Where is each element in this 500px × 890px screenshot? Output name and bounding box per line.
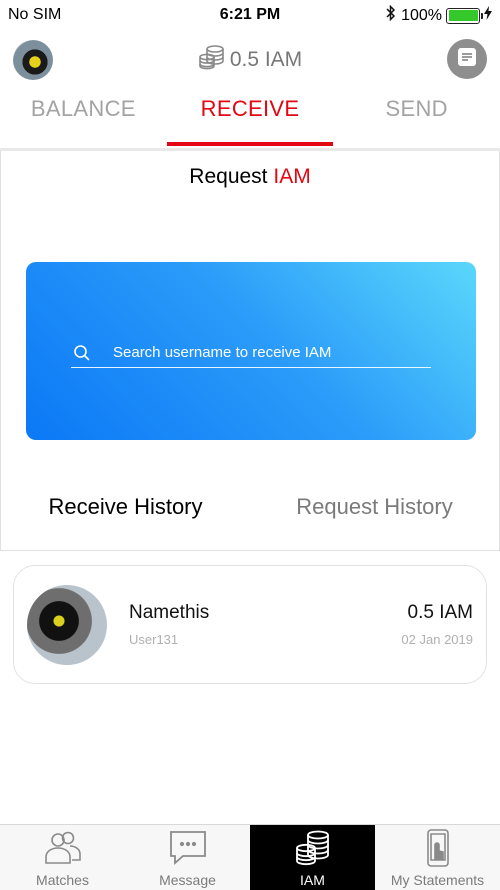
statement-button[interactable]: [447, 39, 487, 79]
battery-percent: 100%: [401, 6, 442, 24]
search-icon: [71, 342, 93, 364]
item-amount: 0.5 IAM: [407, 602, 473, 623]
item-date: 02 Jan 2019: [401, 632, 473, 647]
people-icon: [40, 828, 86, 868]
title-prefix: Request: [189, 165, 268, 188]
wallet-tabs: BALANCE RECEIVE SEND: [0, 84, 500, 150]
tab-request-history[interactable]: Request History: [250, 494, 499, 520]
receive-panel: Request IAM Receive History Request Hist…: [0, 151, 500, 551]
list-item[interactable]: Namethis User131 0.5 IAM 02 Jan 2019: [13, 565, 487, 684]
header: 0.5 IAM: [0, 34, 500, 84]
status-right: 100%: [385, 4, 492, 26]
active-tab-indicator: [167, 142, 333, 146]
coins-icon: [290, 828, 336, 868]
charging-icon: [484, 6, 492, 25]
bluetooth-icon: [385, 4, 397, 26]
coins-icon: [198, 44, 226, 76]
nav-message[interactable]: Message: [125, 825, 250, 890]
nav-matches[interactable]: Matches: [0, 825, 125, 890]
item-username: User131: [129, 632, 179, 647]
nav-label-matches: Matches: [36, 872, 89, 888]
tab-balance[interactable]: BALANCE: [0, 84, 167, 150]
bottom-nav: Matches Message IAM My Statements: [0, 824, 500, 890]
nav-my-statements[interactable]: My Statements: [375, 825, 500, 890]
avatar: [27, 585, 107, 665]
tab-receive-history[interactable]: Receive History: [1, 494, 250, 520]
note-icon: [456, 46, 478, 73]
balance-display: 0.5 IAM: [0, 44, 500, 76]
phone-touch-icon: [415, 828, 461, 868]
chat-bubble-icon: [165, 828, 211, 868]
search-card: [26, 262, 476, 440]
title-accent: IAM: [273, 165, 311, 188]
search-input[interactable]: [113, 344, 413, 361]
nav-iam[interactable]: IAM: [250, 825, 375, 890]
search-field[interactable]: [71, 338, 431, 368]
battery-icon: [446, 7, 483, 24]
tab-receive[interactable]: RECEIVE: [167, 84, 334, 150]
status-bar: No SIM 6:21 PM 100%: [0, 0, 500, 30]
balance-amount: 0.5 IAM: [229, 48, 303, 71]
nav-label-my-statements: My Statements: [390, 872, 485, 888]
nav-label-message: Message: [159, 872, 216, 888]
nav-label-iam: IAM: [300, 872, 325, 888]
history-tabs: Receive History Request History: [1, 494, 499, 520]
tab-send[interactable]: SEND: [333, 84, 500, 150]
item-name: Namethis: [129, 602, 210, 623]
page-title: Request IAM: [1, 165, 499, 189]
